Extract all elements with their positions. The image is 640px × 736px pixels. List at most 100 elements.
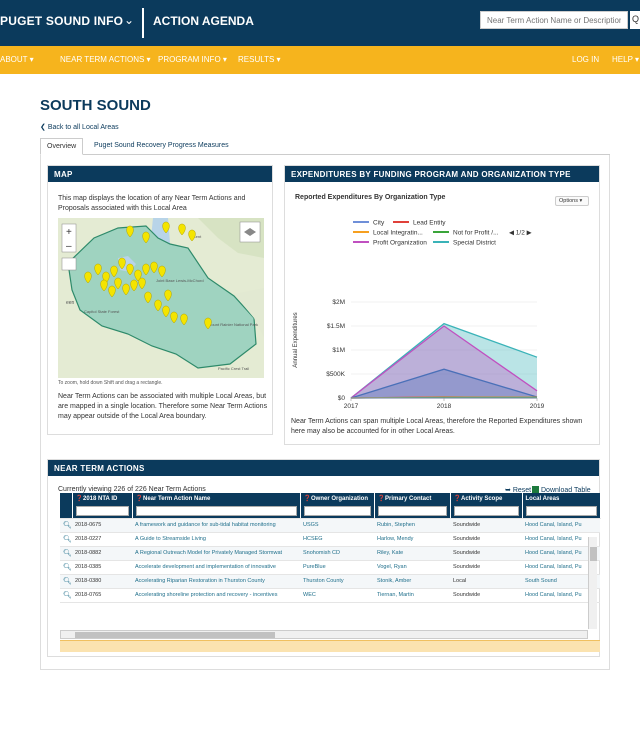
back-link[interactable]: ❮ Back to all Local Areas — [40, 123, 119, 131]
table-row: 🔍︎ 2018-0385 Accelerate development and … — [60, 560, 600, 575]
back-link-label: Back to all Local Areas — [47, 124, 119, 131]
nav-near-term-actions[interactable]: NEAR TERM ACTIONS ▾ — [60, 55, 151, 64]
scope-cell: Soundwide — [450, 560, 522, 575]
expenditures-note: Near Term Actions can span multiple Loca… — [291, 418, 583, 435]
magnifier-icon[interactable]: 🔍︎ — [60, 546, 72, 561]
nav-login[interactable]: LOG IN — [572, 55, 599, 64]
action-agenda-title[interactable]: ACTION AGENDA — [153, 14, 254, 28]
filter-input[interactable] — [303, 505, 371, 516]
nta-name-link[interactable]: A Regional Outreach Model for Privately … — [132, 546, 300, 561]
nta-id-cell: 2018-0227 — [72, 532, 132, 547]
magnifier-icon[interactable]: 🔍︎ — [60, 560, 72, 575]
header-divider — [142, 8, 144, 38]
nta-id-cell: 2018-0675 — [72, 518, 132, 533]
expenditures-card-heading: EXPENDITURES BY FUNDING PROGRAM AND ORGA… — [285, 166, 599, 182]
contact-link[interactable]: Tiernan, Martin — [374, 588, 450, 603]
filter-input[interactable] — [135, 505, 297, 516]
contact-link[interactable]: Vogel, Ryan — [374, 560, 450, 575]
legend-item[interactable]: Not for Profit /... — [453, 230, 499, 237]
filter-cell — [132, 504, 301, 519]
legend-pager[interactable]: ◀ 1/2 ▶ — [509, 230, 533, 237]
legend-item[interactable]: Lead Entity — [413, 220, 446, 227]
x-tick-label: 2017 — [344, 403, 359, 410]
search-input[interactable] — [481, 12, 621, 28]
nta-name-link[interactable]: A Guide to Streamside Living — [132, 532, 300, 547]
column-header[interactable]: ❓2018 NTA ID — [72, 493, 133, 504]
scope-cell: Soundwide — [450, 588, 522, 603]
scrollbar-thumb[interactable] — [590, 547, 597, 561]
scope-cell: Soundwide — [450, 518, 522, 533]
excel-icon — [532, 486, 539, 493]
magnifier-icon[interactable]: 🔍︎ — [60, 588, 72, 603]
zoom-in-button[interactable]: + — [66, 227, 72, 238]
filter-input[interactable] — [525, 505, 597, 516]
nta-name-link[interactable]: A framework and guidance for sub-tidal h… — [132, 518, 300, 533]
table-row: 🔍︎ 2018-0765 Accelerating shoreline prot… — [60, 588, 600, 603]
search-icon[interactable]: Q — [630, 11, 640, 29]
help-icon: ❓ — [377, 496, 385, 502]
nta-name-link[interactable]: Accelerate development and implementatio… — [132, 560, 300, 575]
owner-link[interactable]: USGS — [300, 518, 374, 533]
filter-input[interactable] — [75, 505, 129, 516]
help-icon: ❓ — [303, 496, 311, 502]
column-header-label: Primary Contact — [384, 496, 432, 502]
chart-subheading: Reported Expenditures By Organization Ty… — [295, 194, 446, 201]
top-header: PUGET SOUND INFO ⌄ ACTION AGENDA Q — [0, 0, 640, 46]
magnifier-icon[interactable]: 🔍︎ — [60, 532, 72, 547]
magnifier-icon[interactable]: 🔍︎ — [60, 518, 72, 533]
tab-bar: Overview Puget Sound Recovery Progress M… — [40, 138, 610, 155]
column-header-label: Owner Organization — [310, 496, 368, 502]
nav-help[interactable]: HELP ▾ — [612, 55, 639, 64]
nav-results[interactable]: RESULTS ▾ — [238, 55, 281, 64]
site-menu-chevron-icon[interactable]: ⌄ — [124, 13, 134, 27]
magnifier-icon[interactable]: 🔍︎ — [60, 574, 72, 589]
horizontal-scrollbar[interactable] — [60, 630, 588, 639]
y-tick-label: $1.5M — [327, 323, 345, 330]
column-header-label: 2018 NTA ID — [82, 496, 118, 502]
map-graphic: een Capitol State Forest Joint Base Lewi… — [58, 218, 264, 378]
contact-link[interactable]: Rubin, Stephen — [374, 518, 450, 533]
search-box[interactable] — [480, 11, 628, 29]
legend-item[interactable]: Profit Organization — [373, 240, 427, 247]
header-blank — [60, 493, 73, 504]
zoom-out-button[interactable]: – — [66, 241, 72, 252]
contact-link[interactable]: Harlow, Mendy — [374, 532, 450, 547]
legend-item[interactable]: Local Integratin... — [373, 230, 423, 237]
legend-item[interactable]: Special District — [453, 240, 496, 247]
filter-input[interactable] — [453, 505, 519, 516]
column-header[interactable]: ❓Primary Contact — [374, 493, 451, 504]
vertical-scrollbar[interactable] — [588, 537, 597, 629]
filter-input[interactable] — [377, 505, 447, 516]
map-note: Near Term Actions can be associated with… — [58, 393, 268, 420]
scrollbar-thumb[interactable] — [75, 632, 275, 638]
owner-link[interactable]: PureBlue — [300, 560, 374, 575]
nta-name-link[interactable]: Accelerating Riparian Restoration in Thu… — [132, 574, 300, 589]
map-view[interactable]: een Capitol State Forest Joint Base Lewi… — [58, 218, 264, 378]
place-label-rainier: Mount Rainier National Park — [208, 322, 258, 327]
column-header[interactable]: Local Areas — [522, 493, 601, 504]
tab-progress-measures[interactable]: Puget Sound Recovery Progress Measures — [88, 138, 235, 155]
local-areas-link[interactable]: Hood Canal, Island, Pu — [522, 518, 600, 533]
y-tick-label: $2M — [332, 299, 345, 306]
column-header-label: Near Term Action Name — [142, 496, 211, 502]
nav-program-info[interactable]: PROGRAM INFO ▾ — [158, 55, 227, 64]
owner-link[interactable]: WEC — [300, 588, 374, 603]
column-header[interactable]: ❓Near Term Action Name — [132, 493, 301, 504]
tab-overview[interactable]: Overview — [40, 138, 84, 155]
fullscreen-icon[interactable] — [61, 257, 77, 271]
contact-link[interactable]: Riley, Kate — [374, 546, 450, 561]
nav-about[interactable]: ABOUT ▾ — [0, 55, 34, 64]
expenditures-chart: City Lead Entity Local Integratin... Not fo… — [293, 220, 545, 411]
column-header[interactable]: ❓Activity Scope — [450, 493, 523, 504]
site-title[interactable]: PUGET SOUND INFO — [0, 14, 123, 28]
contact-link[interactable]: Stonik, Amber — [374, 574, 450, 589]
owner-link[interactable]: Snohomish CD — [300, 546, 374, 561]
chart-options-button[interactable]: Options ▾ — [555, 196, 589, 206]
legend-item[interactable]: City — [373, 220, 385, 227]
column-header[interactable]: ❓Owner Organization — [300, 493, 375, 504]
owner-link[interactable]: Thurston County — [300, 574, 374, 589]
y-axis-label: Annual Expenditures — [293, 312, 299, 367]
scope-cell: Soundwide — [450, 532, 522, 547]
nta-name-link[interactable]: Accelerating shoreline protection and re… — [132, 588, 300, 603]
owner-link[interactable]: HCSEG — [300, 532, 374, 547]
